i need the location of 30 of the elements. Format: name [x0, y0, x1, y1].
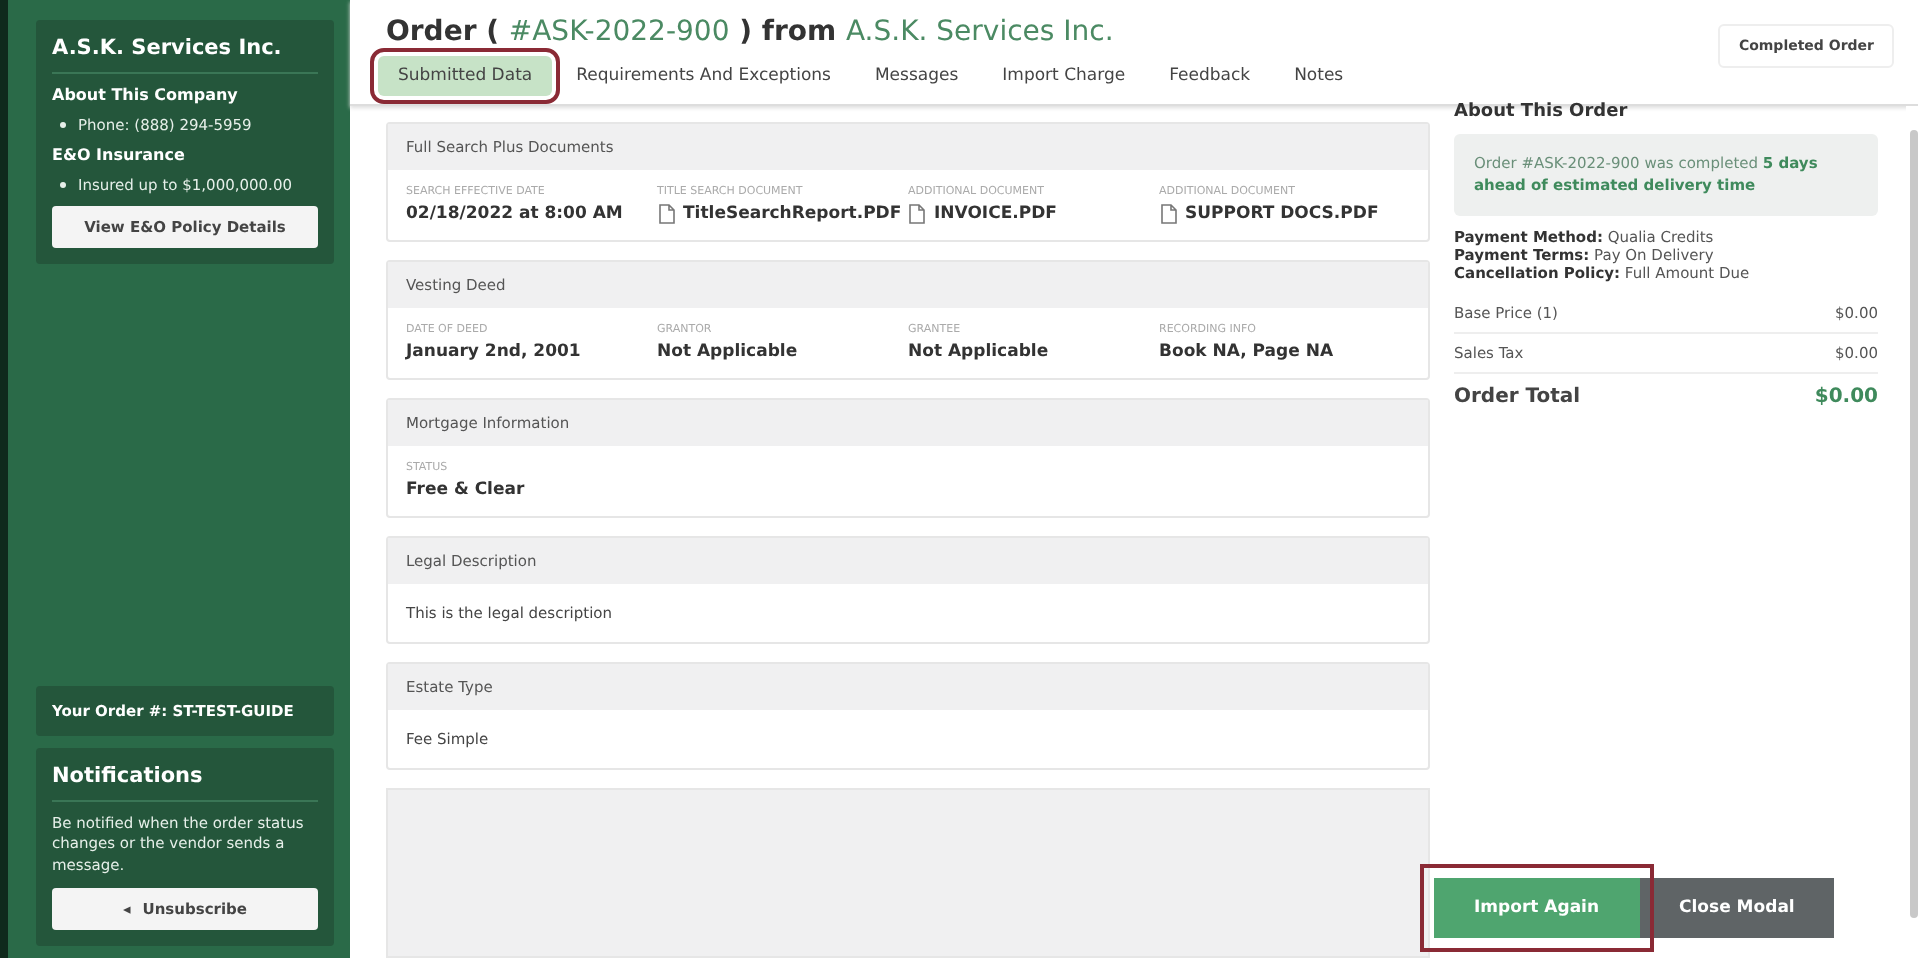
field-value: 02/18/2022 at 8:00 AM [406, 204, 623, 224]
section-heading: About This Company [52, 86, 240, 104]
field-value: Not Applicable [657, 342, 798, 362]
tab[interactable]: Requirements And Exceptions [556, 56, 851, 96]
tab[interactable]: Feedback [1149, 56, 1271, 96]
field-value: Not Applicable [908, 342, 1049, 362]
document-icon [657, 204, 675, 224]
file-link[interactable]: SUPPORT DOCS.PDF [1185, 204, 1379, 224]
bullet-icon [60, 182, 66, 188]
notifications-heading: Notifications [52, 763, 318, 801]
field-value: January 2nd, 2001 [406, 342, 581, 362]
document-icon [1159, 204, 1177, 224]
bullet-icon [60, 122, 66, 128]
order-title: Order ( #ASK-2022-900 ) from A.S.K. Services Inc. [386, 16, 1116, 48]
company-name: A.S.K. Services Inc. [52, 36, 318, 74]
close-button[interactable]: Close Modal [1639, 878, 1835, 938]
scrollbar[interactable] [1910, 130, 1918, 918]
file-link[interactable]: TitleSearchReport.PDF [683, 204, 902, 224]
field-value: Book NA, Page NA [1159, 342, 1334, 362]
document-icon [908, 204, 926, 224]
about-heading: About This Order [1454, 102, 1630, 122]
tab[interactable]: Messages [854, 56, 979, 96]
section-heading: E&O Insurance [52, 146, 187, 164]
tab[interactable]: Import Charge [982, 56, 1146, 96]
total-label: Order Total [1454, 385, 1581, 407]
file-link[interactable]: INVOICE.PDF [934, 204, 1057, 224]
tab[interactable]: Notes [1274, 56, 1364, 96]
tab[interactable]: Submitted Data [378, 56, 553, 96]
total-value: $0.00 [1814, 385, 1878, 407]
field-value: Free & Clear [406, 480, 525, 500]
